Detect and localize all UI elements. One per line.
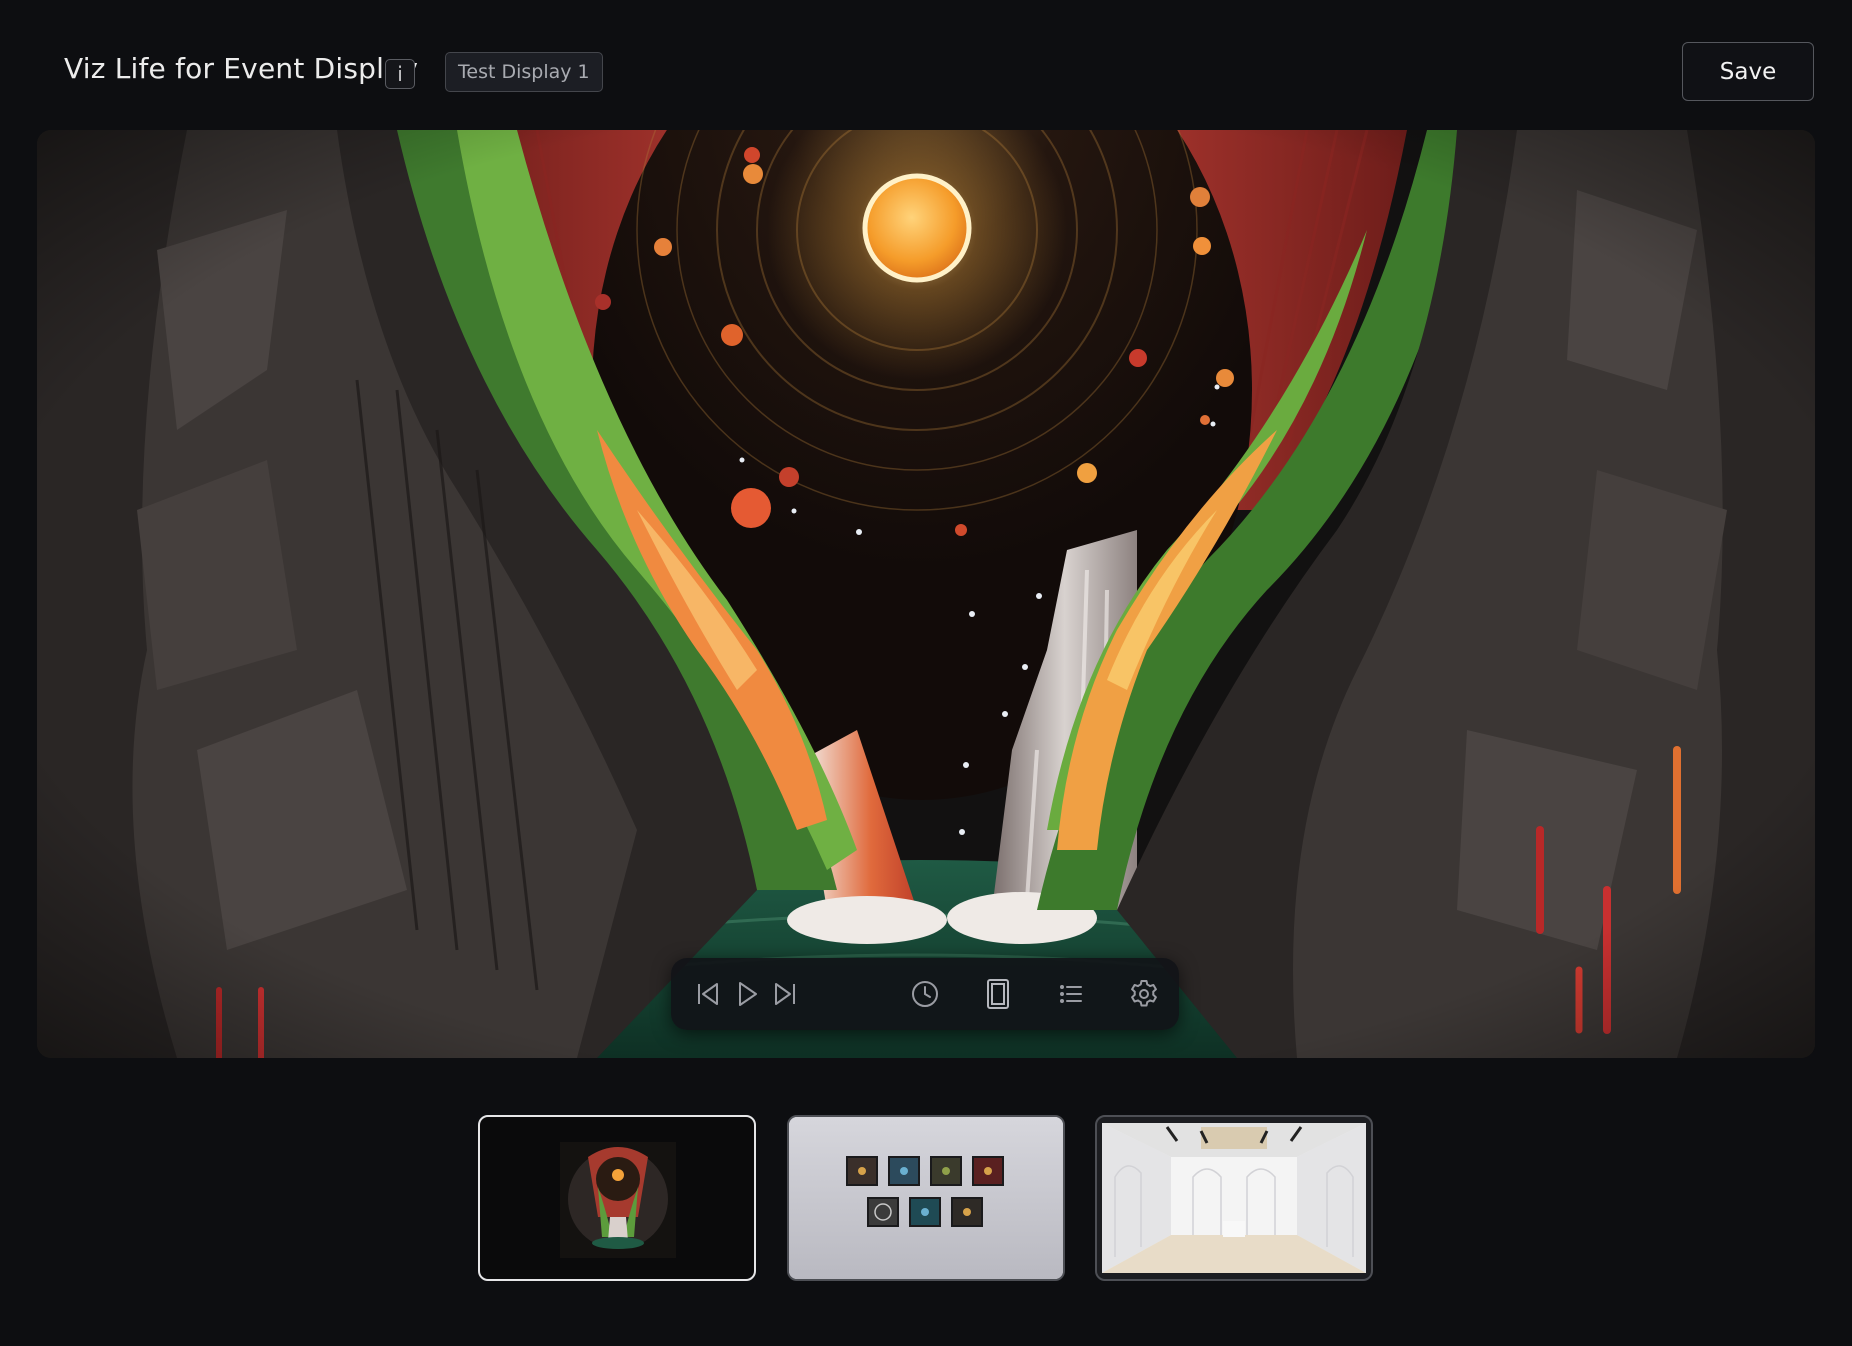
page-title: Viz Life for Event Display bbox=[64, 52, 419, 85]
list-icon[interactable] bbox=[1051, 974, 1091, 1014]
thumbnail-gallery-wall[interactable] bbox=[787, 1115, 1065, 1281]
info-button[interactable]: i bbox=[385, 59, 415, 89]
gear-icon[interactable] bbox=[1124, 974, 1164, 1014]
room-preview bbox=[1102, 1123, 1366, 1273]
next-icon[interactable] bbox=[765, 974, 805, 1014]
single-artwork-preview bbox=[560, 1142, 676, 1258]
play-icon[interactable] bbox=[727, 974, 767, 1014]
clock-icon[interactable] bbox=[905, 974, 945, 1014]
previous-icon[interactable] bbox=[688, 974, 728, 1014]
header: Viz Life for Event Display i Test Displa… bbox=[0, 0, 1852, 130]
thumbnail-single-artwork[interactable] bbox=[478, 1115, 756, 1281]
display-tag[interactable]: Test Display 1 bbox=[445, 52, 603, 92]
player-controls bbox=[671, 958, 1179, 1030]
save-button[interactable]: Save bbox=[1682, 42, 1814, 101]
artwork-image bbox=[37, 130, 1815, 1058]
portrait-frame-icon[interactable] bbox=[978, 974, 1018, 1014]
thumbnail-room[interactable] bbox=[1095, 1115, 1373, 1281]
artwork-stage bbox=[37, 130, 1815, 1058]
gallery-wall-preview bbox=[789, 1117, 1063, 1279]
